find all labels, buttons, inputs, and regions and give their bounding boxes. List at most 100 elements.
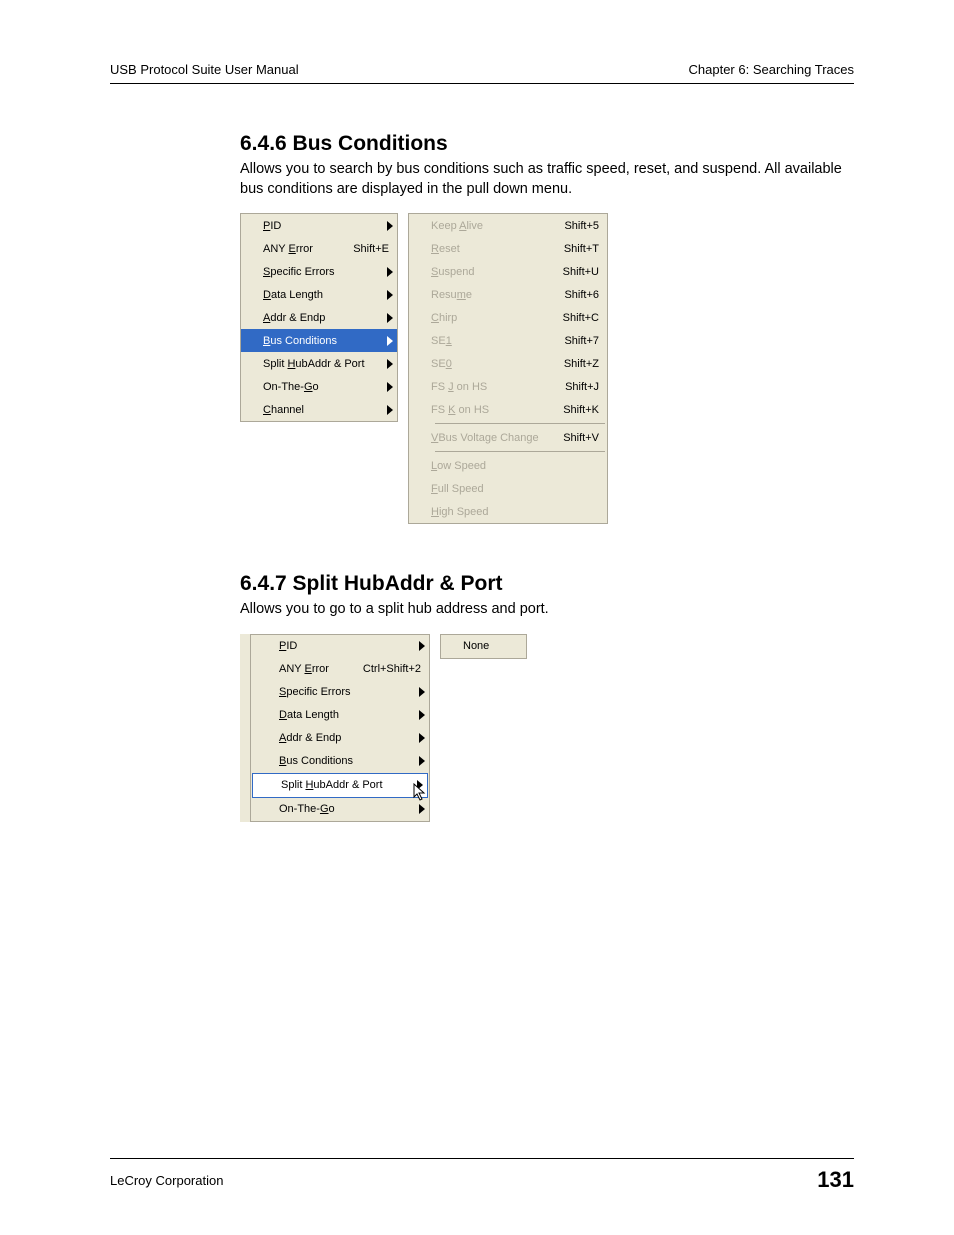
menu-item-label: Keep Alive [409,220,564,232]
submenu-split-hubaddr: None [440,634,527,659]
menu-item-label: FS K on HS [409,404,563,416]
submenu-arrow-icon [383,359,397,369]
menu-item[interactable]: ChirpShift+C [409,306,607,329]
menu-item-label: SE0 [409,358,564,370]
menu-separator [435,451,605,452]
submenu-arrow-icon [383,405,397,415]
menu-item[interactable]: ResetShift+T [409,237,607,260]
submenu-arrow-icon [415,710,429,720]
menu-item[interactable]: SuspendShift+U [409,260,607,283]
menu-item[interactable]: Addr & Endp [251,727,429,750]
menu-item[interactable]: Full Speed [409,477,607,500]
menu-item[interactable]: SE1Shift+7 [409,329,607,352]
footer-rule [110,1158,854,1159]
submenu-arrow-icon [383,336,397,346]
menu-item[interactable]: Bus Conditions [251,750,429,773]
menu-item-label: Suspend [409,266,563,278]
section-desc-2: Allows you to go to a split hub address … [240,600,854,620]
menu-item-shortcut: Shift+7 [564,335,607,347]
submenu-arrow-icon [415,641,429,651]
submenu-arrow-icon [415,756,429,766]
menu-item-label: None [441,640,526,652]
menu-separator [435,423,605,424]
menu-item[interactable]: Low Speed [409,454,607,477]
menu-item-label: SE1 [409,335,564,347]
menu-item-label: Full Speed [409,483,607,495]
menu-item[interactable]: Data Length [251,704,429,727]
menu-item[interactable]: Bus Conditions [241,329,397,352]
menu-item-label: PID [251,640,415,652]
menu-item-none[interactable]: None [441,635,526,658]
menu-item-label: Reset [409,243,564,255]
menu-item[interactable]: VBus Voltage ChangeShift+V [409,426,607,449]
header-rule [110,83,854,84]
menu-item[interactable]: Specific Errors [241,260,397,283]
menu-item[interactable]: Specific Errors [251,681,429,704]
menu-item[interactable]: FS K on HSShift+K [409,398,607,421]
menu-item[interactable]: ResumeShift+6 [409,283,607,306]
section-heading-2: 6.4.7 Split HubAddr & Port [240,572,854,596]
menu-item-shortcut: Shift+K [563,404,607,416]
menu-search-primary: PID ANY ErrorShift+E Specific Errors Data L… [240,213,398,422]
menu-item-label: Low Speed [409,460,607,472]
menu-item-label: Chirp [409,312,563,324]
submenu-bus-conditions: Keep AliveShift+5ResetShift+TSuspendShif… [408,213,608,524]
menu-item[interactable]: SE0Shift+Z [409,352,607,375]
page-footer: LeCroy Corporation 131 [110,1158,854,1193]
submenu-arrow-icon [415,804,429,814]
menu-item-label: PID [241,220,383,232]
menu-item-label: Specific Errors [241,266,383,278]
menu-item[interactable]: High Speed [409,500,607,523]
menu-item[interactable]: ANY ErrorCtrl+Shift+2 [251,658,429,681]
menu-item-shortcut: Shift+Z [564,358,607,370]
menu-item-shortcut: Shift+C [563,312,607,324]
submenu-arrow-icon [383,313,397,323]
menu-item[interactable]: On-The-Go [251,798,429,821]
menu-item-label: Split HubAddr & Port [253,779,413,791]
menu-item-label: ANY Error [241,243,353,255]
menu-item-label: Bus Conditions [251,755,415,767]
menu-item-label: Bus Conditions [241,335,383,347]
menu-item[interactable]: Split HubAddr & Port [252,773,428,798]
menu-item-label: Data Length [251,709,415,721]
menu-item-label: Data Length [241,289,383,301]
menu-item-label: Specific Errors [251,686,415,698]
submenu-arrow-icon [413,780,427,790]
submenu-arrow-icon [383,221,397,231]
menu-item[interactable]: PID [241,214,397,237]
menu-item-shortcut: Shift+J [565,381,607,393]
menu-item[interactable]: ANY ErrorShift+E [241,237,397,260]
menu-item[interactable]: Split HubAddr & Port [241,352,397,375]
menu-item-label: On-The-Go [251,803,415,815]
menu-item[interactable]: FS J on HSShift+J [409,375,607,398]
menu-item-label: VBus Voltage Change [409,432,563,444]
menu-item-shortcut: Shift+5 [564,220,607,232]
submenu-arrow-icon [415,733,429,743]
submenu-arrow-icon [383,382,397,392]
menu-item[interactable]: Keep AliveShift+5 [409,214,607,237]
menu-item[interactable]: Addr & Endp [241,306,397,329]
menu-item-label: Split HubAddr & Port [241,358,383,370]
menu-item-label: On-The-Go [241,381,383,393]
menu-item-shortcut: Shift+6 [564,289,607,301]
menu-item[interactable]: Channel [241,398,397,421]
submenu-arrow-icon [415,687,429,697]
submenu-arrow-icon [383,267,397,277]
menu-item-shortcut: Ctrl+Shift+2 [363,663,429,675]
menu-item-label: ANY Error [251,663,363,675]
page-number: 131 [817,1167,854,1193]
header-right: Chapter 6: Searching Traces [689,62,854,77]
menu-item-label: Channel [241,404,383,416]
footer-left: LeCroy Corporation [110,1173,223,1188]
menu-item[interactable]: Data Length [241,283,397,306]
menu-item-shortcut: Shift+U [563,266,607,278]
menu-item-label: FS J on HS [409,381,565,393]
menu-search-primary-2: PID ANY ErrorCtrl+Shift+2 Specific Errors D… [250,634,430,822]
menu-left-bar [240,634,250,822]
menu-item-label: Addr & Endp [241,312,383,324]
header-left: USB Protocol Suite User Manual [110,62,299,77]
menu-item-label: High Speed [409,506,607,518]
menu-item[interactable]: On-The-Go [241,375,397,398]
menu-item-shortcut: Shift+V [563,432,607,444]
menu-item[interactable]: PID [251,635,429,658]
